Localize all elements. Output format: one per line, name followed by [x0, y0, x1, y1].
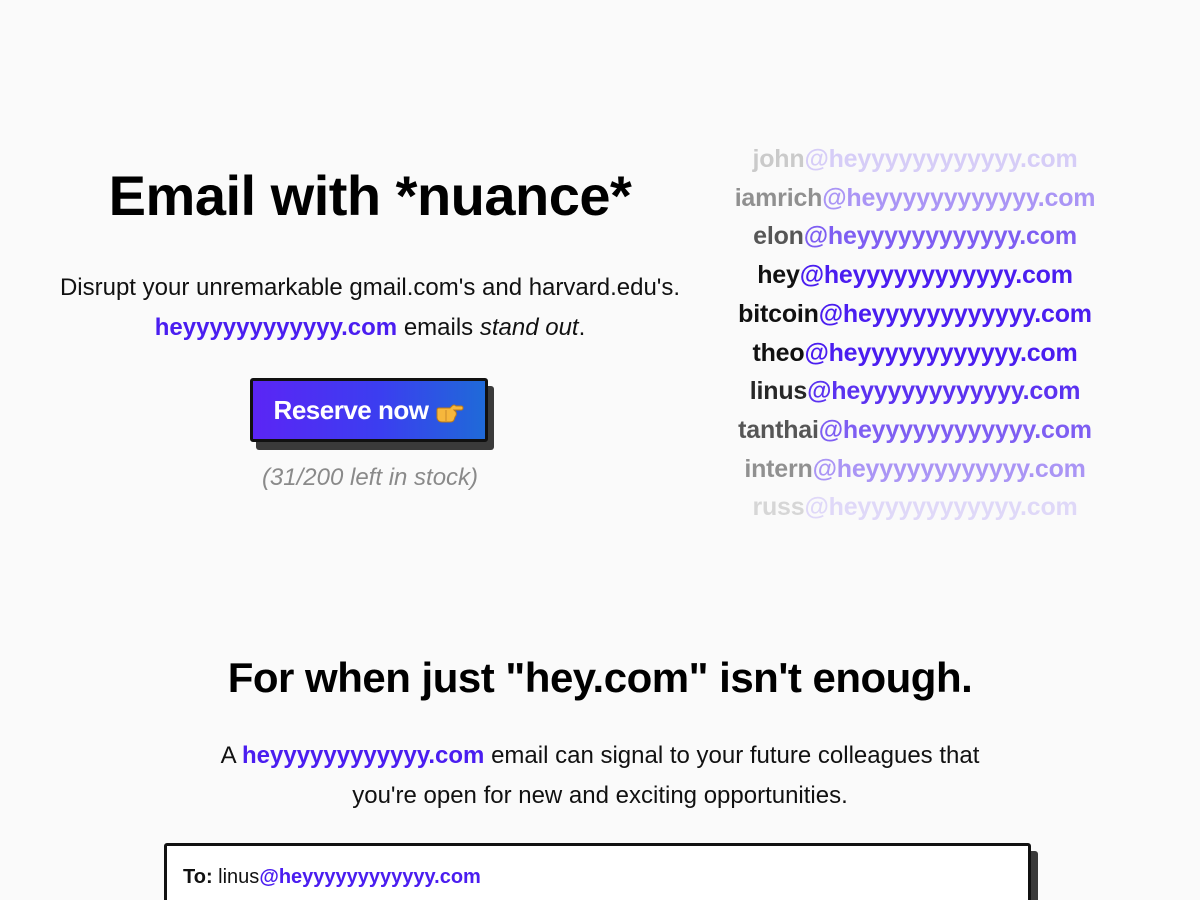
hero-desc-emphasis: stand out — [479, 314, 579, 341]
email-username: john — [752, 145, 805, 173]
email-username: intern — [744, 454, 813, 483]
pointing-hand-icon — [434, 399, 464, 423]
email-example-row: tanthai@heyyyyyyyyyyyy.com — [690, 411, 1140, 450]
email-username: elon — [753, 222, 804, 251]
hero-section: Email with *nuance* Disrupt your unremar… — [50, 160, 690, 492]
email-username: linus — [749, 377, 808, 406]
section-desc-line-2: you're open for new and exciting opportu… — [352, 782, 848, 809]
section-brand-link[interactable]: heyyyyyyyyyyyy.com — [242, 742, 484, 769]
email-username: bitcoin — [738, 299, 819, 328]
to-label: To: — [183, 866, 213, 888]
email-examples-list: john@heyyyyyyyyyyyy.com iamrich@heyyyyyyy… — [690, 140, 1140, 527]
brand-domain-link[interactable]: heyyyyyyyyyyyy.com — [155, 314, 397, 341]
email-username: theo — [752, 338, 805, 367]
hero-desc-text-2: emails — [397, 314, 480, 341]
email-example-row: bitcoin@heyyyyyyyyyyyy.com — [690, 295, 1140, 334]
email-domain: @heyyyyyyyyyyyy.com — [804, 338, 1078, 367]
email-preview-card: To: linus@heyyyyyyyyyyyy.com — [164, 843, 1031, 900]
email-domain: @heyyyyyyyyyyyy.com — [818, 299, 1092, 328]
email-domain: @heyyyyyyyyyyyy.com — [822, 183, 1096, 212]
reserve-now-button[interactable]: Reserve now — [250, 378, 488, 442]
hero-title: Email with *nuance* — [108, 164, 632, 227]
section-description: A heyyyyyyyyyyyy.com email can signal to… — [0, 736, 1200, 816]
email-domain: @heyyyyyyyyyyyy.com — [804, 145, 1078, 173]
email-username: iamrich — [734, 183, 823, 212]
email-example-row: russ@heyyyyyyyyyyyy.com — [690, 488, 1140, 527]
stock-status: (31/200 left in stock) — [261, 464, 479, 491]
landing-page: Email with *nuance* Disrupt your unremar… — [0, 0, 1200, 900]
email-domain: @heyyyyyyyyyyyy.com — [804, 493, 1078, 522]
value-section: For when just "hey.com" isn't enough. A … — [0, 650, 1200, 816]
hero-desc-end: . — [578, 314, 586, 341]
hero-desc-text: Disrupt your unremarkable gmail.com's an… — [59, 274, 681, 301]
section-desc-text: A — [220, 742, 242, 769]
email-example-row: intern@heyyyyyyyyyyyy.com — [690, 450, 1140, 489]
section-title: For when just "hey.com" isn't enough. — [227, 654, 973, 701]
email-domain: @heyyyyyyyyyyyy.com — [799, 261, 1073, 290]
email-to-line: To: linus@heyyyyyyyyyyyy.com — [183, 864, 1012, 890]
email-example-row: iamrich@heyyyyyyyyyyyy.com — [690, 179, 1140, 218]
to-user: linus — [218, 866, 260, 888]
reserve-now-label: Reserve now — [273, 394, 429, 425]
email-example-row: theo@heyyyyyyyyyyyy.com — [690, 334, 1140, 373]
cta-container: Reserve now — [250, 378, 494, 450]
email-username: russ — [752, 493, 805, 522]
email-example-row: linus@heyyyyyyyyyyyy.com — [690, 372, 1140, 411]
email-domain: @heyyyyyyyyyyyy.com — [818, 415, 1092, 444]
section-desc-text-2: email can signal to your future colleagu… — [484, 742, 980, 769]
email-domain: @heyyyyyyyyyyyy.com — [807, 377, 1081, 406]
email-domain: @heyyyyyyyyyyyy.com — [803, 222, 1077, 251]
email-example-row: john@heyyyyyyyyyyyy.com — [690, 140, 1140, 179]
hero-description: Disrupt your unremarkable gmail.com's an… — [50, 268, 690, 348]
email-example-row: elon@heyyyyyyyyyyyy.com — [690, 217, 1140, 256]
email-domain: @heyyyyyyyyyyyy.com — [812, 454, 1086, 483]
email-example-row: hey@heyyyyyyyyyyyy.com — [690, 256, 1140, 295]
email-username: hey — [757, 261, 800, 290]
to-domain: @heyyyyyyyyyyyy.com — [259, 866, 481, 888]
email-username: tanthai — [738, 415, 819, 444]
